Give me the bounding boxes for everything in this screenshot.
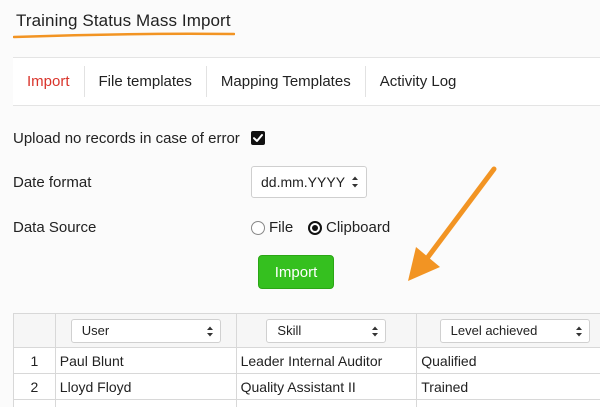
grid-corner-cell [13,313,56,348]
cell-user[interactable]: Lloyd Floyd [54,373,237,400]
cell-skill[interactable]: Quality Assistant II [235,373,418,400]
cell-skill[interactable] [235,399,418,407]
arrow-annotation-icon [408,166,497,281]
cell-level[interactable] [416,399,600,407]
grid-column-header: User [54,313,237,348]
tab-mapping-templates[interactable]: Mapping Templates [207,66,366,97]
row-number: 2 [13,373,56,400]
table-row: 2 Lloyd Floyd Quality Assistant II Train… [13,373,600,400]
select-arrows-icon [352,176,358,188]
title-underline-decoration [13,32,235,39]
select-arrows-icon [575,326,582,336]
select-arrows-icon [206,326,213,336]
table-row [13,399,600,407]
tab-import[interactable]: Import [13,66,85,97]
data-source-label: Data Source [13,219,97,236]
import-button[interactable]: Import [258,255,334,289]
tab-bar: Import File templates Mapping Templates … [13,57,600,106]
column-select-skill[interactable]: Skill [266,318,387,343]
column-select-label: User [81,323,110,338]
column-select-user[interactable]: User [70,318,221,343]
grid-column-header: Level achieved [416,313,600,348]
row-number [13,399,56,407]
row-number: 1 [13,347,56,374]
date-format-value: dd.mm.YYYY [261,174,346,190]
data-source-clipboard-label: Clipboard [326,219,391,236]
import-grid: User Skill Level achieved 1 Paul Blunt L… [13,313,600,407]
grid-header-row: User Skill Level achieved [13,313,600,348]
grid-column-header: Skill [235,313,418,348]
page-title: Training Status Mass Import [16,11,231,30]
column-select-label: Level achieved [450,323,538,338]
column-select-label: Skill [277,323,302,338]
cell-level[interactable]: Qualified [416,347,600,374]
cell-user[interactable]: Paul Blunt [54,347,237,374]
data-source-file-label: File [269,219,294,236]
data-source-file-radio[interactable] [251,221,265,235]
cell-user[interactable] [54,399,237,407]
date-format-label: Date format [13,174,92,191]
cell-skill[interactable]: Leader Internal Auditor [235,347,418,374]
upload-error-checkbox[interactable] [251,131,265,145]
column-select-level-achieved[interactable]: Level achieved [439,318,590,343]
date-format-select[interactable]: dd.mm.YYYY [251,166,367,198]
tab-file-templates[interactable]: File templates [85,66,207,97]
tab-activity-log[interactable]: Activity Log [366,66,471,97]
select-arrows-icon [372,326,379,336]
upload-error-label: Upload no records in case of error [13,130,240,147]
checkmark-icon [253,134,263,142]
cell-level[interactable]: Trained [416,373,600,400]
table-row: 1 Paul Blunt Leader Internal Auditor Qua… [13,347,600,374]
data-source-clipboard-radio[interactable] [308,221,322,235]
